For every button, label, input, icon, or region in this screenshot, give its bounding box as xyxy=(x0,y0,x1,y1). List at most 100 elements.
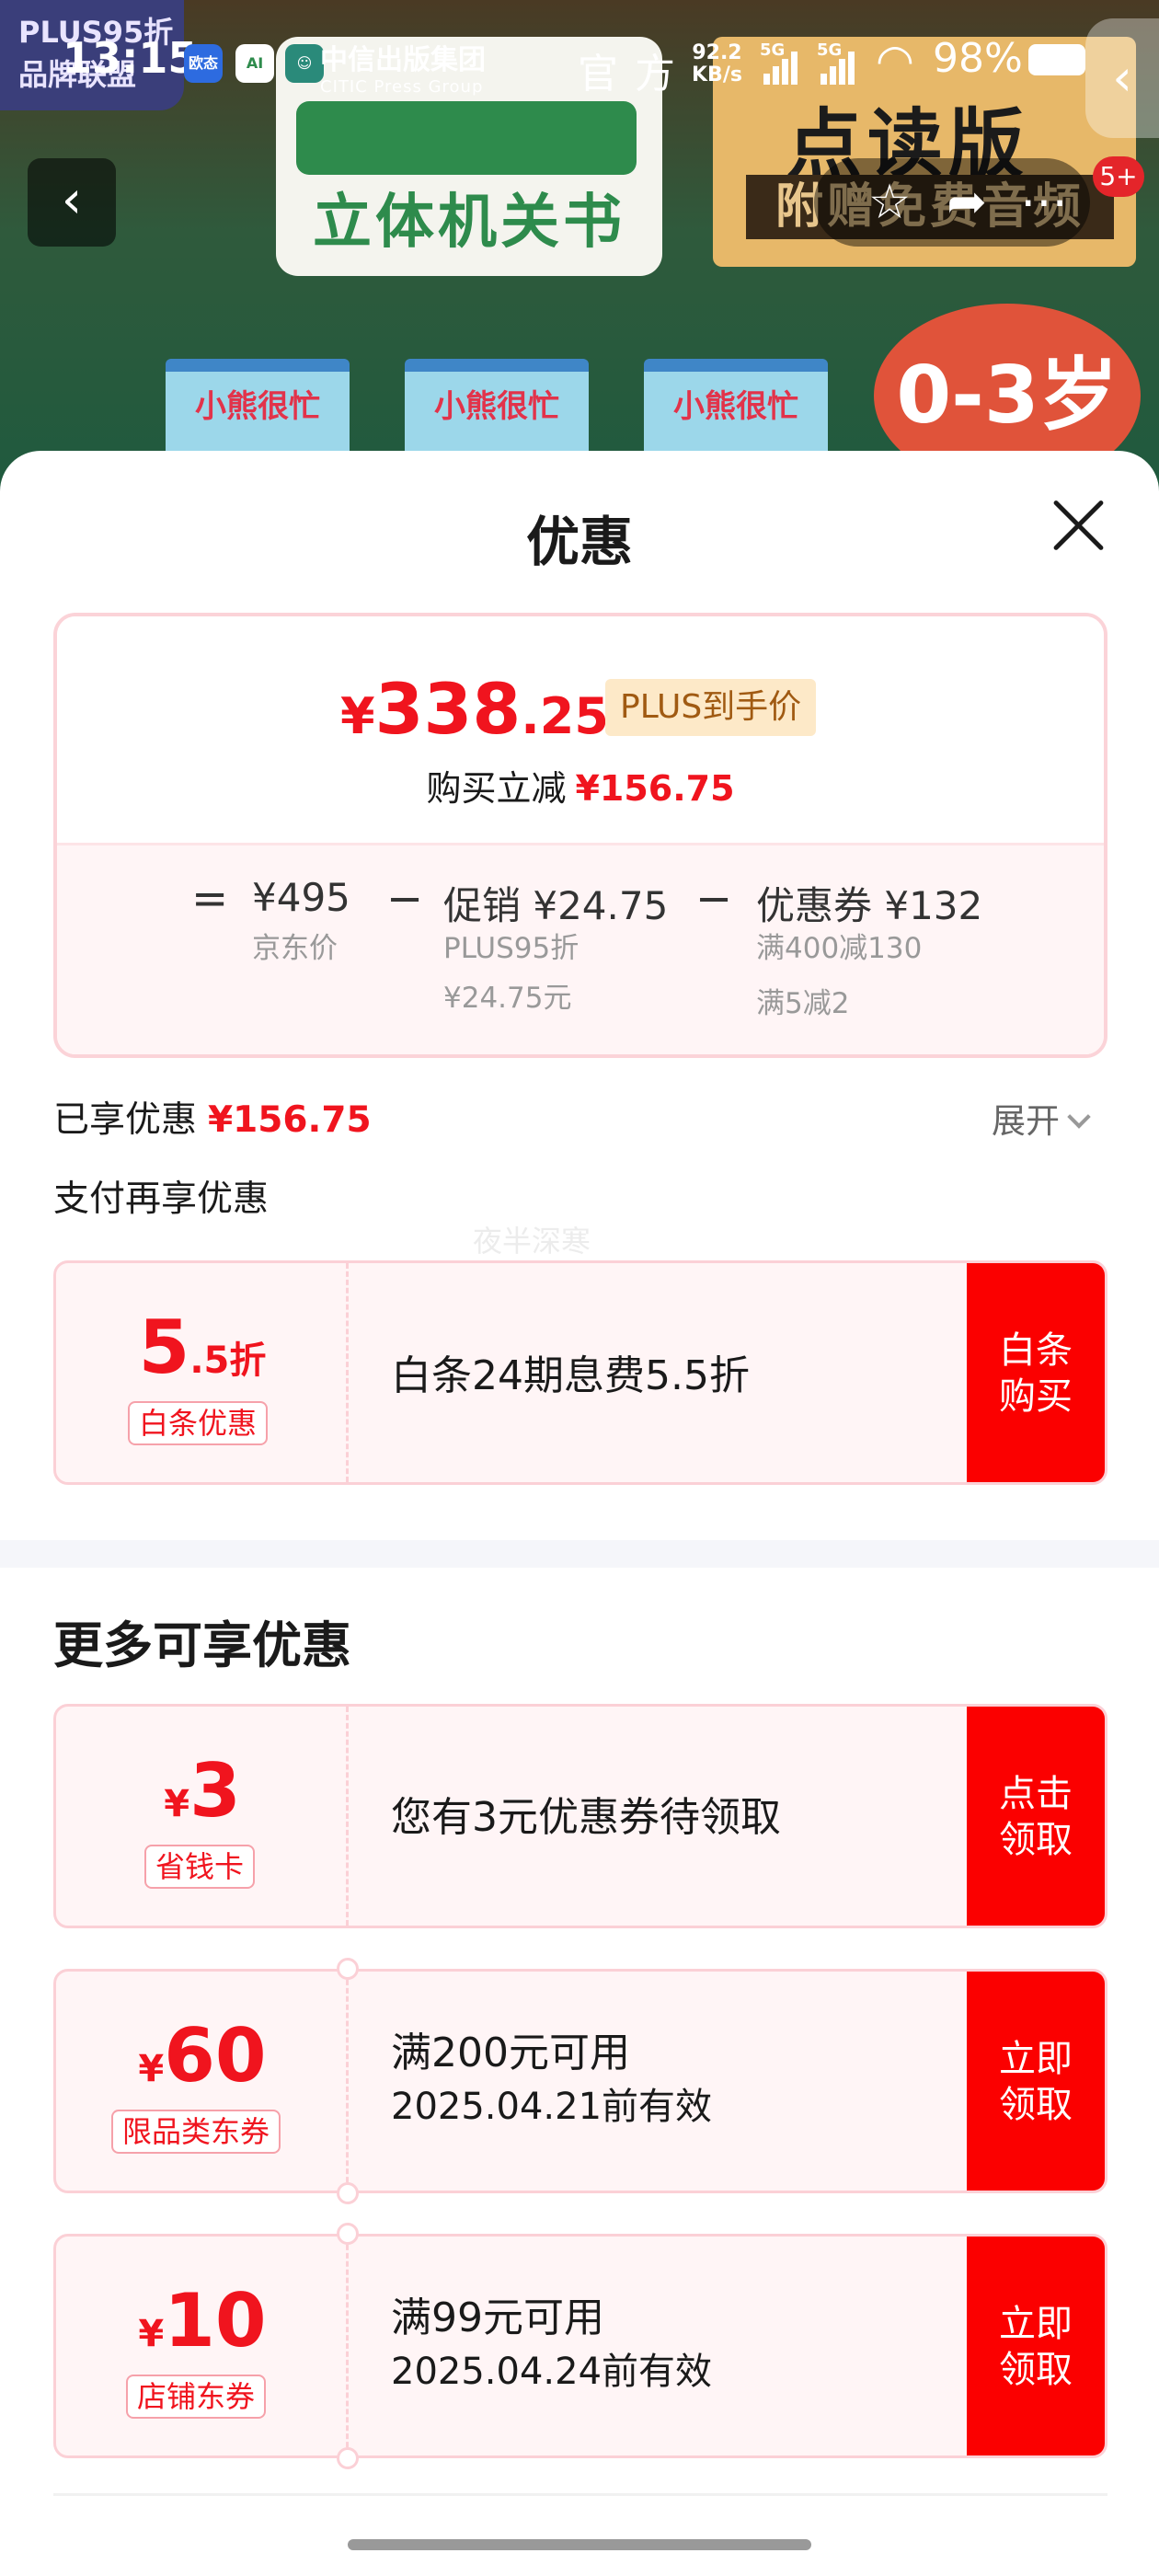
claim-button[interactable]: 立即 领取 xyxy=(967,2237,1105,2455)
pay-discount-title: 支付再享优惠 xyxy=(53,1179,270,1220)
section-divider xyxy=(0,1540,1159,1568)
coupon-detail: 满400减130 xyxy=(756,932,923,965)
plus-price-tag: PLUS到手价 xyxy=(605,679,817,736)
action-label: 立即 xyxy=(999,2303,1073,2345)
sign-title: 立体机关书 xyxy=(313,189,625,257)
ticket-notch xyxy=(337,2223,359,2245)
more-offers-title: 更多可享优惠 xyxy=(53,1616,351,1674)
coupon-expiry: 2025.04.21前有效 xyxy=(391,2086,713,2128)
action-label: 领取 xyxy=(999,1819,1073,1861)
coupon-amount: 3 xyxy=(189,1748,241,1834)
wifi-icon: ◠ xyxy=(876,35,914,86)
book-title: 小熊很忙 xyxy=(434,388,559,425)
action-label: 白条 xyxy=(999,1329,1073,1372)
notification-badge: 5+ xyxy=(1093,156,1144,197)
price-breakdown-card: ¥338.25 PLUS到手价 购买立减 ¥156.75 = ¥495 京东价 −… xyxy=(53,613,1107,1058)
sheet-title: 优惠 xyxy=(525,511,633,573)
more-icon[interactable]: ⋯ xyxy=(1011,169,1077,236)
coupon-amount: 10 xyxy=(164,2278,267,2363)
minus-sign: − xyxy=(695,873,733,925)
top-action-group: ☆ ➦ ⋯ xyxy=(814,158,1090,247)
jd-price: ¥495 xyxy=(252,875,350,920)
action-label: 领取 xyxy=(999,2084,1073,2126)
minus-sign: − xyxy=(386,873,424,925)
ticket-notch xyxy=(337,2447,359,2469)
ticket-notch xyxy=(337,2182,359,2204)
back-button[interactable]: ‹ xyxy=(28,158,116,247)
coupon-detail: 满5减2 xyxy=(756,987,850,1020)
price-currency: ¥ xyxy=(340,687,375,745)
coupon-tag: 白条优惠 xyxy=(128,1401,269,1445)
baitiao-buy-button[interactable]: 白条 购买 xyxy=(967,1263,1105,1482)
book-title: 小熊很忙 xyxy=(673,388,798,425)
coupon-card: ¥3 省钱卡 您有3元优惠券待领取 点击 领取 xyxy=(53,1704,1107,1928)
coupon-currency: ¥ xyxy=(138,2048,165,2090)
star-icon[interactable]: ☆ xyxy=(856,169,923,236)
chevron-down-icon xyxy=(1067,1105,1091,1129)
official-label: 官方 xyxy=(578,51,692,98)
claim-button[interactable]: 点击 领取 xyxy=(967,1707,1105,1926)
coupon-value: 5.5折 xyxy=(56,1311,349,1397)
promo-detail: PLUS95折 xyxy=(443,932,580,965)
price-calculation: = ¥495 京东价 − 促销 ¥24.75 PLUS95折 ¥24.75元 −… xyxy=(57,843,1104,1054)
book-title: 小熊很忙 xyxy=(195,388,320,425)
home-indicator[interactable] xyxy=(348,2539,811,2550)
coupon-description: 白条24期息费5.5折 xyxy=(391,1352,750,1399)
coupon-expiry: 2025.04.24前有效 xyxy=(391,2351,713,2393)
share-icon[interactable]: ➦ xyxy=(934,169,1000,236)
baitiao-offer: 5.5折 白条优惠 白条24期息费5.5折 白条 购买 xyxy=(53,1260,1107,1485)
jd-price-label: 京东价 xyxy=(252,932,338,965)
expand-label: 展开 xyxy=(992,1101,1060,1141)
coupon-value-small: .5折 xyxy=(189,1340,267,1382)
battery-level: 98% xyxy=(933,35,1023,82)
coupon-value-area: ¥60 限品类东券 xyxy=(56,1972,349,2191)
network-type: 5G xyxy=(760,40,786,60)
citic-subtitle: CITIC Press Group xyxy=(320,77,484,97)
action-label: 领取 xyxy=(999,2349,1073,2391)
coupon-tag: 店铺东券 xyxy=(126,2375,267,2419)
coupon-value-big: 5 xyxy=(138,1305,190,1390)
expand-toggle[interactable]: 展开 xyxy=(992,1093,1091,1143)
equals-sign: = xyxy=(191,873,229,925)
clock: 13:15 xyxy=(63,33,198,83)
enjoyed-amount: ¥156.75 xyxy=(208,1099,372,1141)
coupon-value: ¥60 xyxy=(56,2019,349,2106)
coupon-currency: ¥ xyxy=(164,1783,190,1825)
citic-logo: 中信出版集团 CITIC Press Group xyxy=(320,37,486,97)
bottom-divider xyxy=(53,2493,1107,2496)
coupon-condition: 满99元可用 xyxy=(391,2294,604,2341)
coupon-card: ¥60 限品类东券 满200元可用 2025.04.21前有效 立即 领取 xyxy=(53,1969,1107,2193)
close-button[interactable] xyxy=(1041,488,1115,561)
coupon-value-area: ¥10 店铺东券 xyxy=(56,2237,349,2455)
network-type: 5G xyxy=(817,40,843,60)
avatar-icon: ☺ xyxy=(285,44,324,83)
reduce-line: 购买立减 ¥156.75 xyxy=(57,760,1104,811)
enjoyed-label: 已享优惠 xyxy=(53,1099,198,1141)
enjoyed-discount: 已享优惠 ¥156.75 xyxy=(53,1091,372,1143)
price-integer: 338 xyxy=(374,668,522,750)
network-speed-unit: KB/s xyxy=(692,63,742,86)
reduce-label: 购买立减 xyxy=(426,768,567,809)
coupon-description: 您有3元优惠券待领取 xyxy=(391,1794,781,1841)
coupon-currency: ¥ xyxy=(138,2313,165,2355)
network-speed-value: 92.2 xyxy=(692,41,742,64)
claim-button[interactable]: 立即 领取 xyxy=(967,1972,1105,2191)
reduce-amount: ¥156.75 xyxy=(575,768,735,809)
watermark: 夜半深寒 xyxy=(473,1224,591,1259)
discount-sheet: 优惠 ¥338.25 PLUS到手价 购买立减 ¥156.75 = ¥495 京东… xyxy=(0,451,1159,2576)
coupon-amount: 60 xyxy=(164,2013,267,2099)
promo-detail: ¥24.75元 xyxy=(443,982,572,1015)
citic-title: 中信出版集团 xyxy=(320,44,486,76)
final-price-section: ¥338.25 PLUS到手价 购买立减 ¥156.75 xyxy=(57,616,1104,843)
coupon-value: ¥10 xyxy=(56,2284,349,2371)
coupon-condition: 满200元可用 xyxy=(391,2030,630,2076)
network-speed: 92.2 KB/s xyxy=(692,42,742,86)
final-price: ¥338.25 xyxy=(340,668,609,750)
app-notification-icon: AI xyxy=(235,44,274,83)
coupon-tag: 省钱卡 xyxy=(144,1845,256,1889)
signal-icon: 5G xyxy=(817,40,863,85)
action-label: 点击 xyxy=(999,1773,1073,1815)
coupon-value-area: 5.5折 白条优惠 xyxy=(56,1263,349,1482)
chevron-left-icon: ‹ xyxy=(61,170,83,230)
price-decimal: .25 xyxy=(521,687,609,745)
